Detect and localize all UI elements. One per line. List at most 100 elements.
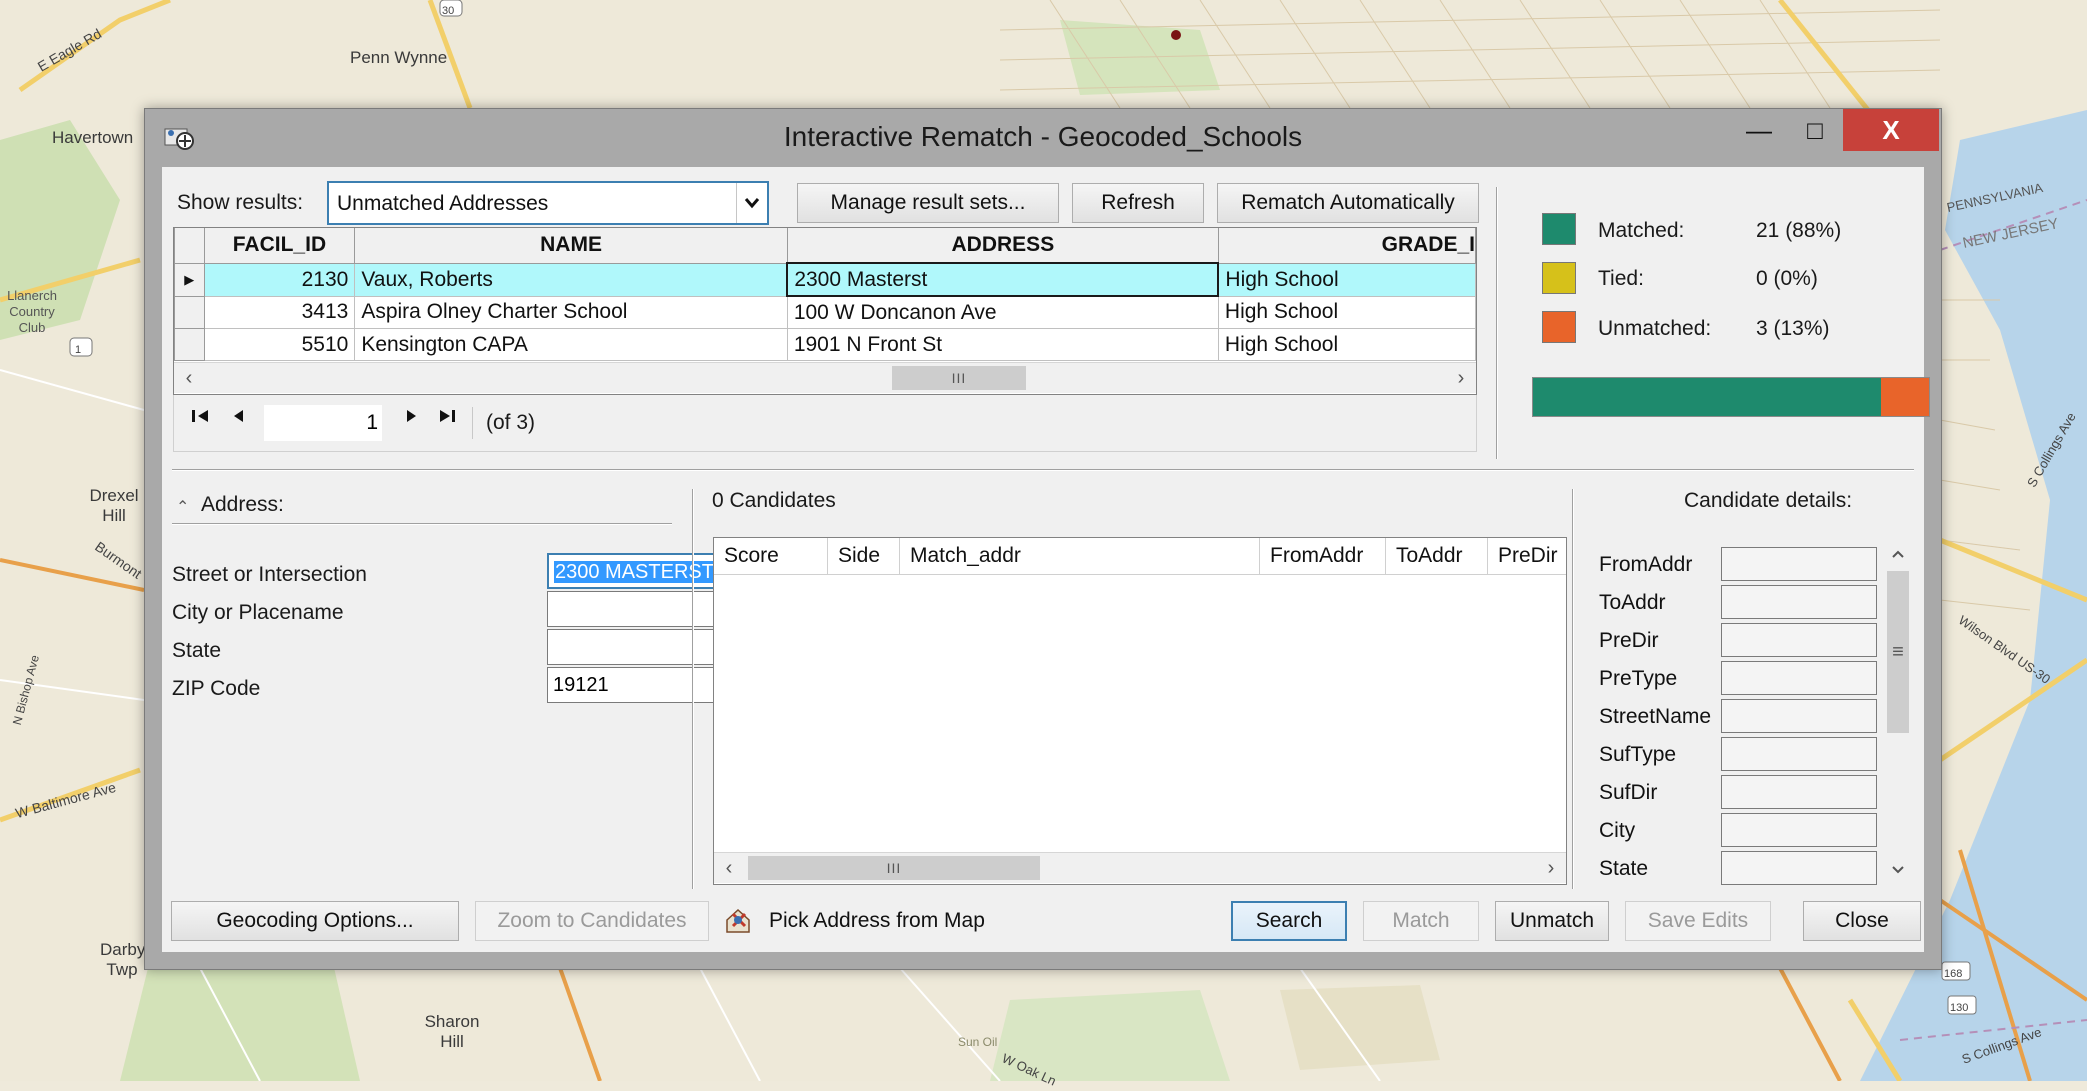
match-progress-bar: [1532, 377, 1930, 417]
scroll-left-icon[interactable]: ‹: [714, 853, 744, 883]
candidates-horizontal-scrollbar[interactable]: ‹ III ›: [714, 852, 1566, 883]
zoom-to-candidates-button[interactable]: Zoom to Candidates: [475, 901, 709, 941]
rematch-automatically-button[interactable]: Rematch Automatically: [1217, 183, 1479, 223]
column-header-fromaddr[interactable]: FromAddr: [1260, 538, 1386, 574]
cell-name[interactable]: Aspira Olney Charter School: [354, 295, 788, 329]
row-header[interactable]: [174, 295, 205, 329]
results-table[interactable]: FACIL_ID NAME ADDRESS GRADE_I ▶ 2130 Vau…: [173, 227, 1477, 395]
column-header-address[interactable]: ADDRESS: [786, 228, 1219, 264]
search-button[interactable]: Search: [1231, 901, 1347, 941]
detail-label-fromaddr: FromAddr: [1599, 553, 1693, 576]
detail-field-predir[interactable]: [1721, 623, 1877, 657]
manage-result-sets-button[interactable]: Manage result sets...: [797, 183, 1059, 223]
detail-field-city[interactable]: [1721, 813, 1877, 847]
record-number-input[interactable]: 1: [264, 405, 382, 441]
show-results-dropdown[interactable]: Unmatched Addresses: [327, 181, 769, 225]
table-row[interactable]: 5510 Kensington CAPA 1901 N Front St Hig…: [174, 328, 1476, 361]
refresh-button[interactable]: Refresh: [1072, 183, 1204, 223]
tied-value: 0 (0%): [1756, 267, 1818, 290]
close-button[interactable]: Close: [1803, 901, 1921, 941]
detail-field-streetname[interactable]: [1721, 699, 1877, 733]
cell-grade[interactable]: High School: [1217, 328, 1476, 361]
title-bar[interactable]: Interactive Rematch - Geocoded_Schools —…: [145, 109, 1941, 165]
matched-value: 21 (88%): [1756, 219, 1842, 242]
column-header-facil-id[interactable]: FACIL_ID: [203, 228, 356, 264]
cell-address[interactable]: 100 W Doncanon Ave: [786, 295, 1219, 329]
detail-label-predir: PreDir: [1599, 629, 1659, 652]
scroll-up-icon[interactable]: [1883, 539, 1913, 569]
table-row[interactable]: 3413 Aspira Olney Charter School 100 W D…: [174, 295, 1476, 329]
geocoding-options-button[interactable]: Geocoding Options...: [171, 901, 459, 941]
candidates-table[interactable]: Score Side Match_addr FromAddr ToAddr Pr…: [713, 537, 1567, 885]
candidate-details-header: Candidate details:: [1684, 489, 1853, 512]
scroll-down-icon[interactable]: [1883, 855, 1913, 885]
scroll-right-icon[interactable]: ›: [1446, 363, 1476, 393]
maximize-icon: □: [1807, 114, 1823, 145]
detail-field-fromaddr[interactable]: [1721, 547, 1877, 581]
column-header-side[interactable]: Side: [828, 538, 900, 574]
column-header-score[interactable]: Score: [714, 538, 828, 574]
scroll-thumb[interactable]: ≡: [1887, 571, 1909, 733]
street-label: Street or Intersection: [172, 563, 367, 586]
cell-facil-id[interactable]: 2130: [203, 262, 356, 297]
detail-field-suftype[interactable]: [1721, 737, 1877, 771]
pick-address-icon: [726, 908, 750, 933]
map-label-sharon-hill: Sharon Hill: [424, 1012, 480, 1051]
match-button[interactable]: Match: [1363, 901, 1479, 941]
detail-field-sufdir[interactable]: [1721, 775, 1877, 809]
previous-record-icon[interactable]: [232, 407, 246, 430]
show-results-value: Unmatched Addresses: [337, 192, 549, 215]
interactive-rematch-dialog: Interactive Rematch - Geocoded_Schools —…: [144, 108, 1942, 970]
scroll-left-icon[interactable]: ‹: [174, 363, 204, 393]
results-horizontal-scrollbar[interactable]: ‹ III ›: [174, 362, 1476, 393]
cell-grade[interactable]: High School: [1217, 262, 1476, 297]
row-header[interactable]: [174, 328, 205, 361]
column-header-match-addr[interactable]: Match_addr: [900, 538, 1260, 574]
detail-label-suftype: SufType: [1599, 743, 1677, 766]
row-header-corner: [174, 228, 205, 264]
unmatched-swatch: [1542, 311, 1576, 343]
candidates-header-row: Score Side Match_addr FromAddr ToAddr Pr…: [714, 538, 1566, 575]
detail-field-toaddr[interactable]: [1721, 585, 1877, 619]
detail-field-pretype[interactable]: [1721, 661, 1877, 695]
first-record-icon[interactable]: [190, 407, 212, 430]
cell-grade[interactable]: High School: [1217, 295, 1476, 329]
cell-address[interactable]: 1901 N Front St: [786, 328, 1219, 361]
scroll-thumb[interactable]: III: [748, 856, 1040, 880]
unmatch-button[interactable]: Unmatch: [1495, 901, 1609, 941]
chevron-down-icon[interactable]: [736, 183, 767, 223]
next-record-icon[interactable]: [404, 407, 418, 430]
state-label: State: [172, 639, 222, 662]
minimize-button[interactable]: —: [1731, 109, 1787, 151]
address-candidates-divider: [692, 489, 694, 889]
current-row-icon[interactable]: ▶: [174, 262, 205, 297]
details-vertical-scrollbar[interactable]: ≡: [1883, 539, 1913, 885]
record-count-label: (of 3): [486, 411, 536, 434]
column-header-predir[interactable]: PreDir: [1488, 538, 1566, 574]
column-header-name[interactable]: NAME: [354, 228, 788, 264]
map-label-sun-oil: Sun Oil: [958, 1035, 998, 1049]
city-label: City or Placename: [172, 601, 344, 624]
close-icon: X: [1882, 114, 1900, 145]
save-edits-button[interactable]: Save Edits: [1625, 901, 1771, 941]
progress-unmatched-fill: [1881, 378, 1929, 416]
cell-name[interactable]: Kensington CAPA: [354, 328, 788, 361]
cell-facil-id[interactable]: 5510: [203, 328, 356, 361]
column-header-toaddr[interactable]: ToAddr: [1386, 538, 1488, 574]
scroll-right-icon[interactable]: ›: [1536, 853, 1566, 883]
collapse-address-icon[interactable]: ⌃: [176, 497, 189, 517]
cell-address[interactable]: 2300 Masterst: [786, 262, 1220, 297]
detail-label-state: State: [1599, 857, 1649, 880]
maximize-button[interactable]: □: [1787, 109, 1843, 151]
window-title: Interactive Rematch - Geocoded_Schools: [783, 121, 1303, 152]
table-row[interactable]: ▶ 2130 Vaux, Roberts 2300 Masterst High …: [174, 262, 1476, 297]
pick-address-from-map-button[interactable]: Pick Address from Map: [723, 901, 1023, 941]
last-record-icon[interactable]: [436, 407, 458, 430]
map-label-darby: Darby Twp: [100, 940, 144, 979]
cell-name[interactable]: Vaux, Roberts: [354, 262, 788, 297]
close-window-button[interactable]: X: [1843, 109, 1939, 151]
column-header-grade[interactable]: GRADE_I: [1217, 228, 1476, 264]
scroll-thumb[interactable]: III: [892, 366, 1026, 390]
cell-facil-id[interactable]: 3413: [203, 295, 356, 329]
detail-field-state[interactable]: [1721, 851, 1877, 885]
